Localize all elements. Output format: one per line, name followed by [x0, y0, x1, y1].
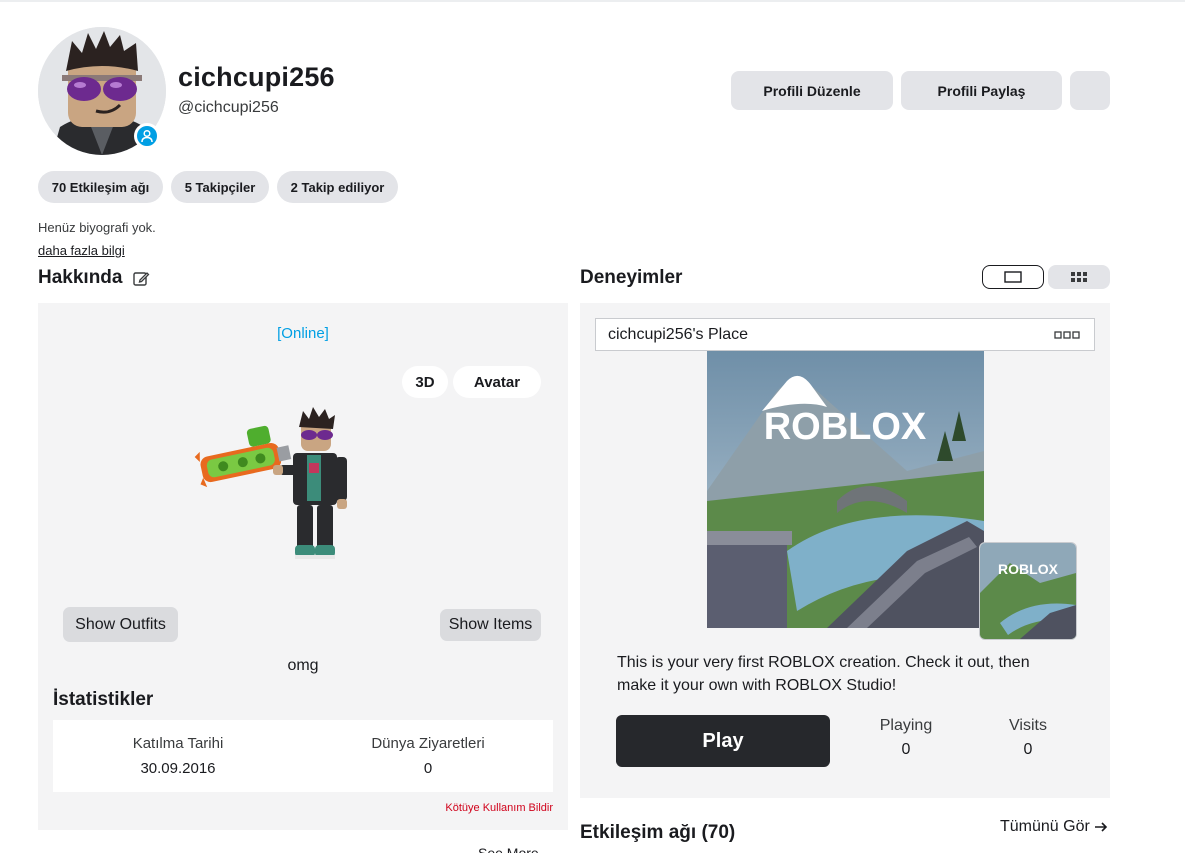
stat-value: 0: [423, 760, 433, 777]
see-all-link[interactable]: Tümünü Gör: [1000, 818, 1108, 836]
play-button[interactable]: Play: [616, 715, 830, 767]
slideshow-view-toggle[interactable]: [982, 265, 1044, 289]
edit-pencil-icon[interactable]: [132, 270, 150, 288]
stat-label: Katılma Tarihi: [132, 735, 224, 752]
more-options-button[interactable]: [1070, 71, 1110, 110]
grid-view-toggle[interactable]: [1048, 265, 1110, 289]
experiences-heading: Deneyimler: [580, 267, 683, 288]
see-more-link[interactable]: See More: [478, 845, 539, 853]
visits-label: Visits: [1009, 717, 1047, 734]
arrow-right-icon: [1094, 822, 1107, 832]
connections-count-button[interactable]: 70 Etkileşim ağı: [38, 171, 163, 203]
online-status: [Online]: [277, 325, 329, 342]
playing-stat: Playing 0: [856, 717, 956, 759]
playing-value: 0: [901, 741, 911, 758]
statistics-heading: İstatistikler: [53, 689, 154, 710]
following-count-button[interactable]: 2 Takip ediliyor: [277, 171, 398, 203]
more-info-link[interactable]: daha fazla bilgi: [38, 243, 125, 258]
slideshow-icon: [1004, 271, 1022, 283]
visits-stat: Visits 0: [978, 717, 1078, 759]
about-description: omg: [287, 657, 319, 674]
top-divider: [0, 0, 1185, 2]
roblox-logo: ROBLOX: [764, 406, 927, 448]
stat-label: Dünya Ziyaretleri: [371, 735, 485, 752]
place-name: cichcupi256's Place: [608, 325, 749, 343]
display-name: cichcupi256: [178, 62, 335, 92]
show-outfits-button[interactable]: Show Outfits: [63, 607, 178, 642]
experiences-panel: cichcupi256's Place ROBLOX ROBLOX This i…: [580, 303, 1110, 798]
place-options-icon[interactable]: [1054, 330, 1080, 340]
playing-label: Playing: [879, 717, 933, 734]
roblox-logo: ROBLOX: [998, 561, 1059, 577]
grid-icon: [1071, 272, 1087, 282]
show-items-button[interactable]: Show Items: [440, 609, 541, 641]
stat-join-date: Katılma Tarihi 30.09.2016: [53, 720, 303, 777]
profile-avatar[interactable]: [38, 27, 166, 155]
share-profile-button[interactable]: Profili Paylaş: [901, 71, 1062, 110]
online-presence-icon: [134, 123, 160, 149]
view-avatar-toggle[interactable]: Avatar: [453, 366, 541, 398]
about-panel: [Online] 3D Avatar Show Outfits Show Ite…: [38, 303, 568, 830]
username: @cichcupi256: [178, 99, 279, 116]
place-thumbnail[interactable]: ROBLOX: [707, 351, 984, 628]
stat-place-visits: Dünya Ziyaretleri 0: [303, 720, 553, 777]
place-thumbnail-small[interactable]: ROBLOX: [979, 542, 1077, 640]
visits-value: 0: [1023, 741, 1033, 758]
see-all-label: Tümünü Gör: [1000, 818, 1090, 835]
bio-text: Henüz biyografi yok.: [38, 220, 156, 235]
avatar-3d-render[interactable]: [193, 407, 368, 567]
report-abuse-link[interactable]: Kötüye Kullanım Bildir: [445, 802, 553, 814]
stat-value: 30.09.2016: [140, 760, 216, 777]
statistics-box: Katılma Tarihi 30.09.2016 Dünya Ziyaretl…: [53, 720, 553, 792]
place-title-bar[interactable]: cichcupi256's Place: [595, 318, 1095, 351]
place-description: This is your very first ROBLOX creation.…: [617, 654, 1030, 694]
about-heading: Hakkında: [38, 267, 123, 288]
view-3d-toggle[interactable]: 3D: [402, 366, 448, 398]
edit-profile-button[interactable]: Profili Düzenle: [731, 71, 893, 110]
followers-count-button[interactable]: 5 Takipçiler: [171, 171, 269, 203]
connections-heading: Etkileşim ağı (70): [580, 822, 736, 843]
